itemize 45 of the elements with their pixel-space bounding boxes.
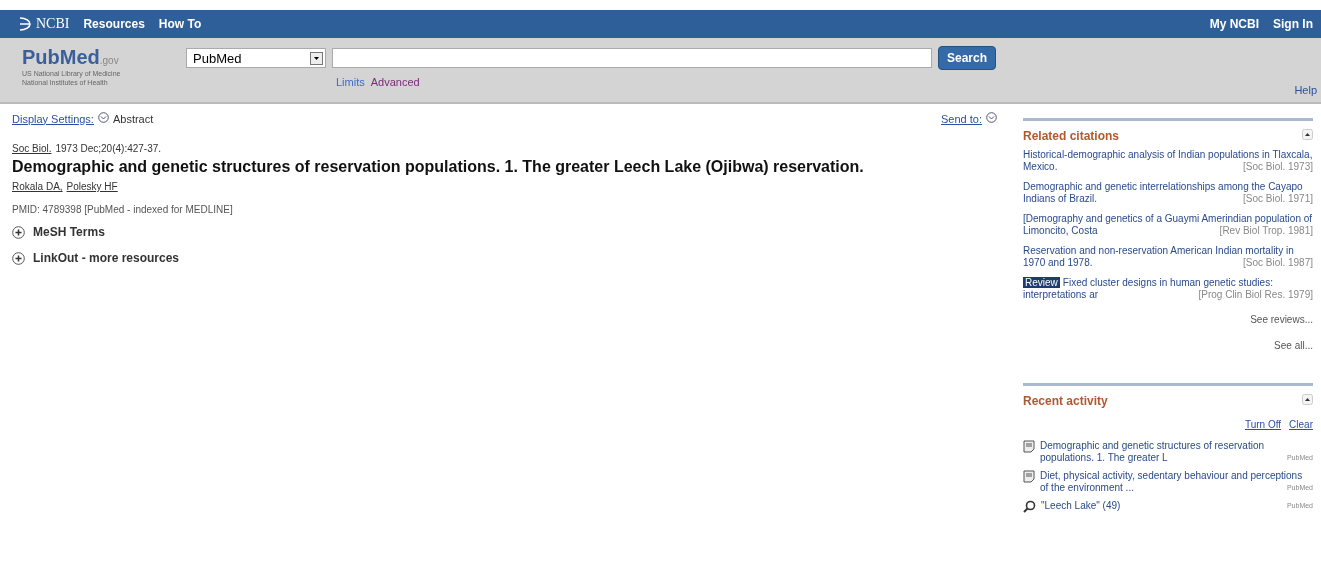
search-button[interactable]: Search: [938, 46, 997, 70]
format-label: Abstract: [112, 112, 154, 125]
related-citation-link[interactable]: Historical-demographic analysis of Indian populations in Tlaxcala, Mexico. [Soc Biol. 1973]: [1023, 149, 1313, 173]
more-link[interactable]: See reviews...: [1250, 314, 1313, 325]
document-icon: [1023, 470, 1035, 483]
dropdown-icon[interactable]: [986, 112, 997, 123]
top-link[interactable]: Sign In: [1273, 17, 1313, 31]
dropdown-icon: [310, 51, 323, 65]
pmid-text: PMID: 4789398 [PubMed - indexed for MEDLINE]: [12, 204, 234, 215]
search-field[interactable]: [332, 48, 932, 68]
help-link[interactable]: Help: [1294, 84, 1317, 96]
database-select[interactable]: PubMed: [186, 48, 326, 68]
related-citation-link[interactable]: Review Fixed cluster designs in human genetic studies: interpretations ar [Prog Clin Biol Res. 1979]: [1023, 277, 1313, 301]
dropdown-icon[interactable]: [97, 112, 109, 123]
section-toggle[interactable]: LinkOut - more resources: [33, 251, 180, 265]
display-settings-link[interactable]: Display Settings:: [12, 112, 94, 125]
panel-title: Related citations: [1023, 129, 1120, 143]
clear-link[interactable]: Clear: [1289, 419, 1313, 430]
limits-link[interactable]: Limits: [336, 76, 365, 88]
collapse-icon[interactable]: [1302, 394, 1313, 405]
author-link[interactable]: Rokala DA,: [12, 181, 63, 192]
logo[interactable]: PubMed.gov: [22, 46, 186, 69]
expand-icon[interactable]: [12, 251, 25, 265]
author-link[interactable]: Polesky HF: [66, 181, 118, 192]
article-title: Demographic and genetic structures of reservation populations. 1. The greater Leech Lake (Ojibwa) reservation.: [12, 158, 865, 176]
related-citation-link[interactable]: [Demography and genetics of a Guaymi Amerindian population of Limoncito, Costa [Rev Biol Trop. 1981]: [1023, 213, 1313, 237]
section-toggle[interactable]: MeSH Terms: [33, 225, 105, 239]
more-link[interactable]: See all...: [1274, 340, 1313, 351]
brand-name[interactable]: NCBI: [36, 16, 70, 32]
document-icon: [1023, 440, 1035, 453]
collapse-icon[interactable]: [1302, 129, 1313, 140]
send-to-link[interactable]: Send to:: [941, 112, 982, 125]
related-citation-link[interactable]: Reservation and non-reservation American Indian mortality in 1970 and 1978. [Soc Biol. 1987]: [1023, 245, 1313, 269]
related-citation-link[interactable]: Demographic and genetic interrelationships among the Cayapo Indians of Brazil. [Soc Biol. 1971]: [1023, 181, 1313, 205]
expand-icon[interactable]: [12, 225, 25, 239]
journal-link[interactable]: Soc Biol.: [12, 143, 52, 154]
search-icon: [1023, 500, 1036, 513]
menu-link[interactable]: How To: [158, 17, 202, 31]
advanced-link[interactable]: Advanced: [370, 76, 420, 88]
top-link[interactable]: My NCBI: [1209, 17, 1259, 31]
menu-link[interactable]: Resources: [83, 17, 145, 31]
review-badge: Review: [1023, 277, 1060, 288]
panel-title: Recent activity: [1023, 394, 1108, 408]
citation-text: 1973 Dec;20(4):427-37.: [55, 143, 162, 154]
turn-off-link[interactable]: Turn Off: [1244, 419, 1282, 430]
